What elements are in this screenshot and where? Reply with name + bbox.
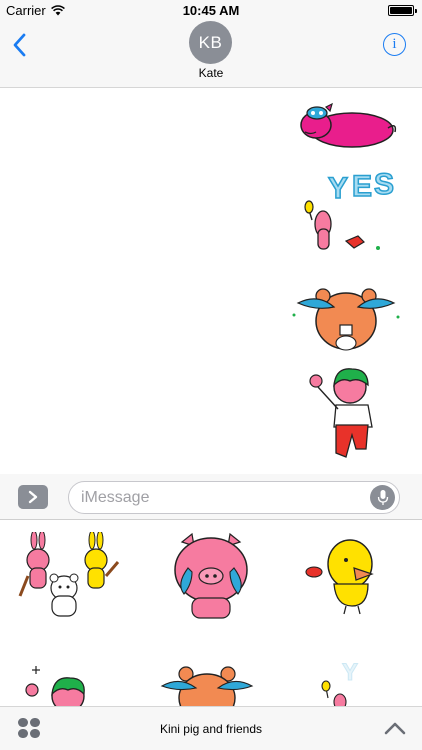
- sticker-green-hair-boy-waving[interactable]: [306, 365, 386, 463]
- back-button[interactable]: [10, 32, 30, 58]
- info-icon: i: [392, 36, 397, 52]
- svg-text:Y: Y: [328, 172, 348, 205]
- contact-name[interactable]: Kate: [0, 66, 422, 80]
- microphone-icon: [377, 490, 388, 505]
- app-bar: Kini pig and friends: [0, 706, 422, 750]
- chevron-right-icon: [28, 490, 38, 504]
- contact-avatar[interactable]: KB: [189, 21, 232, 64]
- message-transcript[interactable]: YES: [0, 89, 422, 469]
- battery-icon: [388, 5, 417, 16]
- apps-toggle-button[interactable]: [18, 485, 48, 509]
- yellow-chick-sticker[interactable]: [300, 534, 396, 616]
- bunnies-bear-sticker[interactable]: [14, 532, 126, 624]
- status-time: 10:45 AM: [182, 3, 240, 18]
- message-input[interactable]: [69, 482, 359, 513]
- status-bar: Carrier 10:45 AM: [0, 0, 422, 22]
- info-button[interactable]: i: [383, 33, 406, 56]
- sticker-yes-pink-character[interactable]: YES: [300, 164, 400, 259]
- chevron-up-icon[interactable]: [384, 720, 406, 736]
- crying-pig-sticker[interactable]: [168, 528, 254, 620]
- compose-bar: [0, 474, 422, 520]
- app-name-label: Kini pig and friends: [159, 722, 263, 736]
- crying-hamster-sticker[interactable]: [156, 664, 256, 706]
- microphone-button[interactable]: [370, 485, 395, 510]
- green-hair-boy-sticker[interactable]: [22, 660, 102, 706]
- sticker-pink-pig-lying[interactable]: [296, 102, 398, 150]
- sticker-drawer[interactable]: Y: [0, 520, 422, 706]
- svg-text:S: S: [374, 168, 394, 201]
- message-field[interactable]: [68, 481, 400, 514]
- sticker-crying-hamster[interactable]: [290, 279, 402, 357]
- svg-text:Y: Y: [342, 659, 358, 686]
- svg-text:E: E: [352, 170, 372, 203]
- yes-sticker[interactable]: Y: [316, 658, 376, 706]
- conversation-header: Carrier 10:45 AM KB Kate i: [0, 0, 422, 88]
